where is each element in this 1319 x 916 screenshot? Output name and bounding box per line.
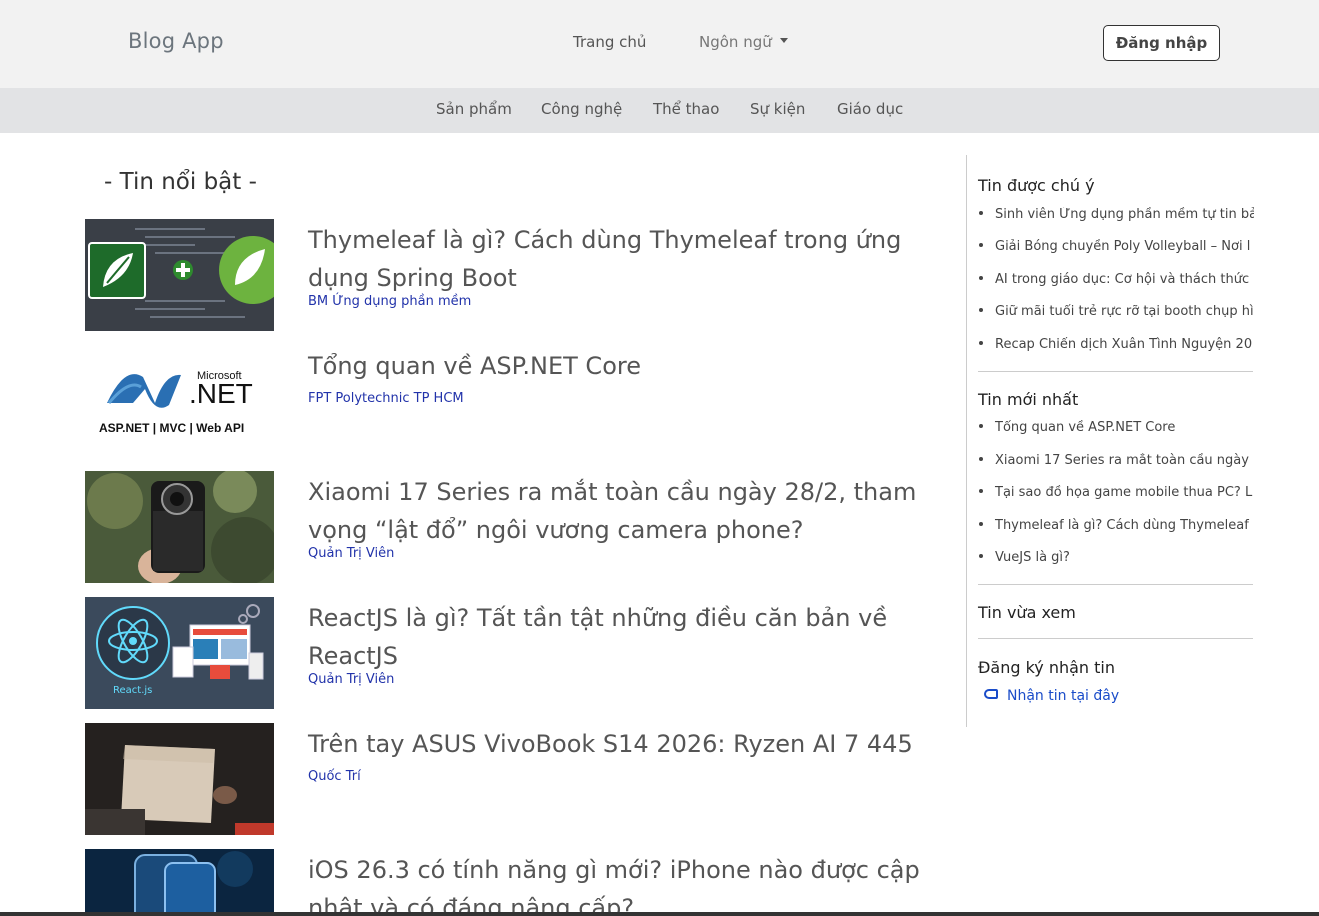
post-author[interactable]: Quản Trị Viên [308,672,394,687]
post-author[interactable]: Quản Trị Viên [308,546,394,561]
post-author[interactable]: Quốc Trí [308,769,361,784]
recently-viewed-heading: Tin vừa xem [978,603,1076,622]
latest-item[interactable]: VueJS là gì? [979,550,1254,565]
category-su-kien[interactable]: Sự kiện [750,100,805,118]
post-item: React.js ReactJS là gì? Tất tần tật nhữn… [85,597,935,709]
post-thumbnail[interactable] [85,723,274,835]
category-san-pham[interactable]: Sản phẩm [436,100,512,118]
post-title[interactable]: Xiaomi 17 Series ra mắt toàn cầu ngày 28… [308,473,948,549]
sidebar: Tin được chú ý Sinh viên Ứng dụng phần m… [966,155,1256,727]
post-item: Thymeleaf là gì? Cách dùng Thymeleaf tro… [85,219,935,331]
post-title[interactable]: Thymeleaf là gì? Cách dùng Thymeleaf tro… [308,221,948,297]
post-thumbnail[interactable]: React.js [85,597,274,709]
post-item: Microsoft .NET ASP.NET | MVC | Web API T… [85,345,935,457]
category-cong-nghe[interactable]: Công nghệ [541,100,622,118]
post-item: Trên tay ASUS VivoBook S14 2026: Ryzen A… [85,723,935,835]
latest-item[interactable]: Tại sao đồ họa game mobile thua PC? L [979,485,1254,500]
divider [978,638,1253,639]
divider [978,584,1253,585]
featured-item[interactable]: Recap Chiến dịch Xuân Tình Nguyện 20 [979,337,1254,352]
chevron-down-icon [779,38,788,43]
post-thumbnail[interactable] [85,849,274,912]
category-giao-duc[interactable]: Giáo dục [837,100,903,118]
post-item: iOS 26.3 có tính năng gì mới? iPhone nào… [85,849,935,912]
latest-heading: Tin mới nhất [978,390,1079,409]
login-button[interactable]: Đăng nhập [1103,25,1220,61]
post-title[interactable]: iOS 26.3 có tính năng gì mới? iPhone nào… [308,851,935,912]
post-thumbnail[interactable] [85,471,274,583]
language-dropdown[interactable]: Ngôn ngữ [699,33,788,51]
thumb-caption: ASP.NET | MVC | Web API [99,421,244,435]
window-bottom-edge [0,912,1319,916]
brand-logo[interactable]: Blog App [128,29,224,53]
react-label: React.js [113,685,152,696]
featured-item[interactable]: AI trong giáo dục: Cơ hội và thách thức [979,272,1254,287]
featured-item[interactable]: Sinh viên Ứng dụng phần mềm tự tin bả [979,207,1254,222]
subscribe-link[interactable]: Nhận tin tại đây [984,688,1119,704]
latest-item[interactable]: Tổng quan về ASP.NET Core [979,420,1254,435]
post-title[interactable]: ReactJS là gì? Tất tần tật những điều că… [308,599,948,675]
featured-item[interactable]: Giải Bóng chuyền Poly Volleyball – Nơi l [979,239,1254,254]
post-title[interactable]: Trên tay ASUS VivoBook S14 2026: Ryzen A… [308,725,948,763]
latest-item[interactable]: Xiaomi 17 Series ra mắt toàn cầu ngày 2 [979,453,1254,468]
nav-home-link[interactable]: Trang chủ [573,33,646,51]
divider [978,371,1253,372]
post-title[interactable]: Tổng quan về ASP.NET Core [308,347,948,385]
dotnet-text: .NET [189,378,253,409]
section-title: - Tin nổi bật - [104,169,257,195]
post-author[interactable]: FPT Polytechnic TP HCM [308,391,464,406]
category-bar: Sản phẩm Công nghệ Thể thao Sự kiện Giáo… [0,88,1319,133]
post-author[interactable]: BM Ứng dụng phần mềm [308,294,471,309]
post-thumbnail[interactable]: Microsoft .NET ASP.NET | MVC | Web API [85,345,274,457]
top-navbar: Blog App Trang chủ Ngôn ngữ Đăng nhập [0,0,1319,88]
language-label: Ngôn ngữ [699,33,772,51]
post-thumbnail[interactable] [85,219,274,331]
featured-heading: Tin được chú ý [978,176,1095,195]
pointing-hand-icon [984,689,998,699]
latest-item[interactable]: Thymeleaf là gì? Cách dùng Thymeleaf [979,518,1254,533]
post-item: Xiaomi 17 Series ra mắt toàn cầu ngày 28… [85,471,935,583]
category-the-thao[interactable]: Thể thao [653,100,719,118]
featured-item[interactable]: Giữ mãi tuổi trẻ rực rỡ tại booth chụp h… [979,304,1254,319]
subscribe-heading: Đăng ký nhận tin [978,658,1116,677]
